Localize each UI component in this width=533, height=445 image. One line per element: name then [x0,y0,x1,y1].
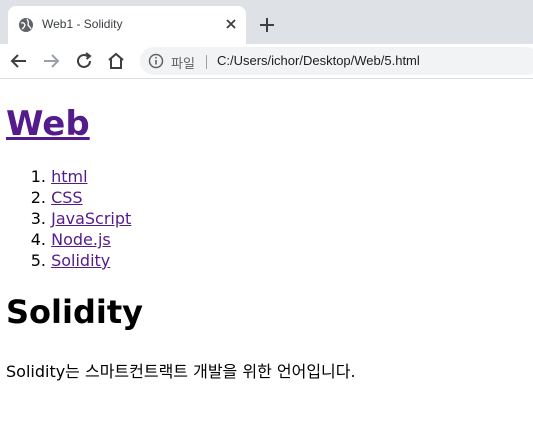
site-title: Web [6,104,90,144]
list-number: 1. [30,167,46,186]
nav-link-javascript[interactable]: JavaScript [51,209,131,228]
list-item: 1. html [6,167,131,188]
nav-link-nodejs[interactable]: Node.js [51,230,111,249]
list-number: 4. [30,230,46,249]
url-text[interactable]: C:/Users/ichor/Desktop/Web/5.html [217,53,420,68]
tab-strip: Web1 - Solidity [0,0,533,44]
list-item: 2. CSS [6,188,131,209]
page-heading: Solidity [6,293,143,331]
nav-link-html[interactable]: html [51,167,87,186]
page-content: Web 1. html 2. CSS 3. JavaScript 4. Node… [0,79,533,445]
globe-icon [19,18,33,32]
list-item: 5. Solidity [6,251,131,272]
home-icon[interactable] [105,50,127,72]
list-item: 3. JavaScript [6,209,132,230]
forward-arrow-icon[interactable] [40,50,62,72]
site-title-link[interactable]: Web [6,104,90,144]
list-number: 3. [30,209,46,228]
info-icon[interactable] [148,53,164,69]
nav-link-solidity[interactable]: Solidity [51,251,110,270]
omnibox-divider [206,55,207,69]
nav-list: 1. html 2. CSS 3. JavaScript 4. Node.js … [6,167,132,272]
address-bar[interactable]: 파일 C:/Users/ichor/Desktop/Web/5.html [140,47,533,75]
reload-icon[interactable] [73,50,95,72]
back-arrow-icon[interactable] [8,50,30,72]
browser-toolbar: 파일 C:/Users/ichor/Desktop/Web/5.html [0,44,533,79]
page-body-text: Solidity는 스마트컨트랙트 개발을 위한 언어입니다. [6,362,356,381]
plus-icon[interactable] [258,16,276,34]
list-item: 4. Node.js [6,230,131,251]
nav-link-css[interactable]: CSS [51,188,82,207]
list-number: 5. [30,251,46,270]
browser-tab[interactable]: Web1 - Solidity [8,6,246,44]
origin-label: 파일 [171,57,195,72]
list-number: 2. [30,188,46,207]
close-icon[interactable] [224,17,238,31]
tab-title: Web1 - Solidity [42,17,123,31]
